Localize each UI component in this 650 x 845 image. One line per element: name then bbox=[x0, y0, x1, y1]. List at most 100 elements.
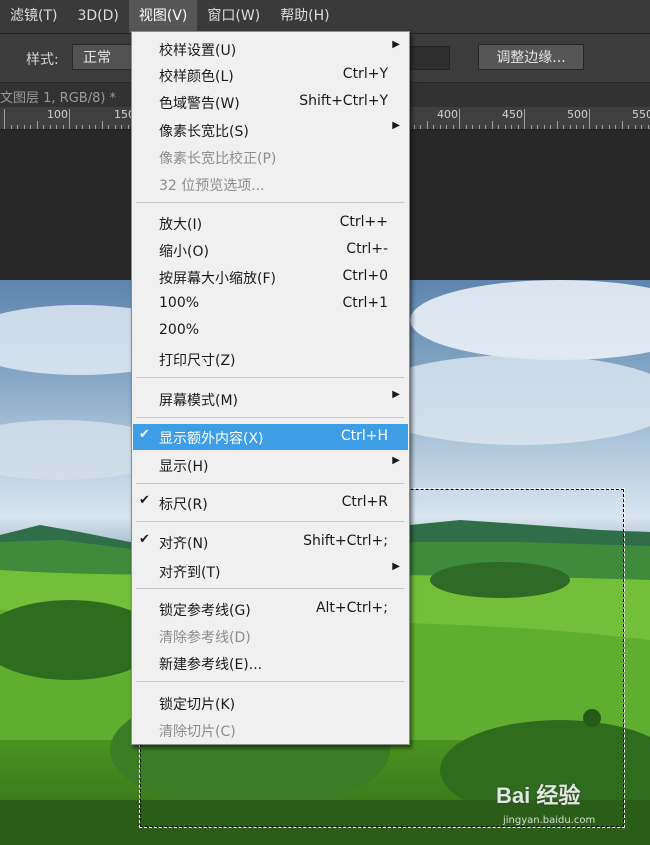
menu-item-lock-guides[interactable]: 锁定参考线(G) Alt+Ctrl+; bbox=[133, 596, 408, 622]
menu-item-label: 按屏幕大小缩放(F) bbox=[159, 271, 276, 287]
ruler-tick bbox=[446, 125, 447, 129]
menu-item-label: 屏幕模式(M) bbox=[159, 393, 239, 409]
menu-item-label: 锁定参考线(G) bbox=[159, 603, 251, 619]
menu-item-show[interactable]: 显示(H) ▶ bbox=[133, 452, 408, 478]
menu-help[interactable]: 帮助(H) bbox=[270, 0, 339, 33]
style-label: 样式: bbox=[26, 52, 59, 68]
menu-item-print-size[interactable]: 打印尺寸(Z) bbox=[133, 346, 408, 372]
menu-item-label: 显示(H) bbox=[159, 459, 209, 475]
ruler-tick bbox=[121, 125, 122, 129]
ruler-tick bbox=[517, 125, 519, 129]
menu-3d[interactable]: 3D(D) bbox=[67, 0, 128, 33]
watermark-url: jingyan.baidu.com bbox=[503, 815, 596, 826]
ruler-tick bbox=[595, 125, 597, 129]
ruler-tick bbox=[485, 125, 486, 129]
submenu-arrow-icon: ▶ bbox=[392, 561, 400, 572]
ruler-tick bbox=[647, 125, 649, 129]
ruler-tick bbox=[82, 125, 83, 129]
ruler-tick bbox=[108, 125, 109, 129]
ruler-tick bbox=[56, 125, 57, 129]
ruler-tick bbox=[426, 121, 428, 129]
ruler-tick bbox=[628, 125, 629, 129]
height-field[interactable] bbox=[408, 46, 450, 70]
ruler-tick bbox=[537, 125, 538, 129]
ruler-tick bbox=[36, 121, 38, 129]
menu-item-label: 清除切片(C) bbox=[159, 724, 236, 740]
menu-item-100-percent[interactable]: 100% Ctrl+1 bbox=[133, 291, 408, 317]
menu-item-lock-slices[interactable]: 锁定切片(K) bbox=[133, 690, 408, 716]
ruler-tick bbox=[4, 109, 5, 129]
menu-item-shortcut: Ctrl+Y bbox=[342, 66, 388, 82]
menu-view[interactable]: 视图(V) bbox=[128, 0, 198, 33]
menu-item-gamut-warning[interactable]: 色域警告(W) Shift+Ctrl+Y bbox=[133, 89, 408, 115]
watermark-logo: Bai 经验 bbox=[496, 783, 581, 808]
ruler-tick bbox=[127, 125, 129, 129]
submenu-arrow-icon: ▶ bbox=[392, 120, 400, 131]
menu-item-clear-slices: 清除切片(C) bbox=[133, 717, 408, 743]
menu-item-label: 色域警告(W) bbox=[159, 96, 240, 112]
menu-item-show-extras[interactable]: ✔ 显示额外内容(X) Ctrl+H bbox=[133, 424, 408, 450]
ruler-label: 550 bbox=[632, 108, 650, 121]
menu-item-shortcut: Alt+Ctrl+; bbox=[315, 600, 388, 616]
ruler-tick bbox=[114, 125, 116, 129]
ruler-tick bbox=[498, 125, 499, 129]
menu-filter[interactable]: 滤镜(T) bbox=[0, 0, 67, 33]
menu-item-label: 新建参考线(E)... bbox=[159, 657, 263, 673]
document-title: 文图层 1, RGB/8) * bbox=[0, 91, 117, 106]
menu-item-proof-setup[interactable]: 校样设置(U) ▶ bbox=[133, 36, 408, 62]
ruler-tick bbox=[524, 109, 525, 129]
menu-item-screen-mode[interactable]: 屏幕模式(M) ▶ bbox=[133, 386, 408, 412]
menu-item-shortcut: Ctrl+R bbox=[341, 494, 388, 510]
ruler-tick bbox=[472, 125, 473, 129]
ruler-tick bbox=[413, 125, 415, 129]
check-icon: ✔ bbox=[139, 532, 150, 547]
ruler-tick bbox=[478, 125, 480, 129]
refine-edge-button[interactable]: 调整边缘... bbox=[478, 44, 584, 70]
ruler-tick bbox=[615, 125, 616, 129]
menu-item-zoom-in[interactable]: 放大(I) Ctrl++ bbox=[133, 210, 408, 236]
ruler-tick bbox=[420, 125, 421, 129]
menu-item-clear-guides: 清除参考线(D) bbox=[133, 623, 408, 649]
menu-window[interactable]: 窗口(W) bbox=[197, 0, 270, 33]
menu-item-proof-colors[interactable]: 校样颜色(L) Ctrl+Y bbox=[133, 62, 408, 88]
menu-item-label: 32 位预览选项... bbox=[159, 178, 265, 194]
ruler-tick bbox=[459, 109, 460, 129]
menu-item-label: 像素长宽比校正(P) bbox=[159, 151, 277, 167]
menu-item-shortcut: Shift+Ctrl+Y bbox=[299, 93, 388, 109]
menu-item-label: 对齐到(T) bbox=[159, 565, 221, 581]
menu-item-label: 100% bbox=[159, 295, 200, 311]
ruler-label: 400 bbox=[437, 108, 458, 121]
ruler-tick bbox=[602, 125, 603, 129]
menu-item-shortcut: Ctrl+0 bbox=[342, 268, 388, 284]
menu-item-pixel-aspect-ratio[interactable]: 像素长宽比(S) ▶ bbox=[133, 117, 408, 143]
ruler-label: 500 bbox=[567, 108, 588, 121]
menu-separator bbox=[136, 417, 404, 418]
menu-item-snap-to[interactable]: 对齐到(T) ▶ bbox=[133, 558, 408, 584]
submenu-arrow-icon: ▶ bbox=[392, 455, 400, 466]
submenu-arrow-icon: ▶ bbox=[392, 389, 400, 400]
menu-item-new-guide[interactable]: 新建参考线(E)... bbox=[133, 650, 408, 676]
menu-item-label: 200% bbox=[159, 322, 200, 338]
ruler-tick bbox=[504, 125, 506, 129]
menu-item-snap[interactable]: ✔ 对齐(N) Shift+Ctrl+; bbox=[133, 529, 408, 555]
ruler-tick bbox=[23, 125, 25, 129]
menu-item-label: 对齐(N) bbox=[159, 536, 209, 552]
ruler-tick bbox=[88, 125, 90, 129]
menu-item-zoom-out[interactable]: 缩小(O) Ctrl+- bbox=[133, 237, 408, 263]
ruler-tick bbox=[589, 109, 590, 129]
menu-item-label: 标尺(R) bbox=[159, 497, 208, 513]
ruler-tick bbox=[10, 125, 12, 129]
menu-item-label: 缩小(O) bbox=[159, 244, 209, 260]
ruler-tick bbox=[101, 121, 103, 129]
menu-item-rulers[interactable]: ✔ 标尺(R) Ctrl+R bbox=[133, 490, 408, 516]
ruler-tick bbox=[433, 125, 434, 129]
menu-separator bbox=[136, 377, 404, 378]
menu-item-200-percent[interactable]: 200% bbox=[133, 318, 408, 344]
menu-item-fit-on-screen[interactable]: 按屏幕大小缩放(F) Ctrl+0 bbox=[133, 264, 408, 290]
ruler-tick bbox=[452, 125, 454, 129]
ruler-tick bbox=[569, 125, 571, 129]
submenu-arrow-icon: ▶ bbox=[392, 39, 400, 50]
menu-item-shortcut: Shift+Ctrl+; bbox=[303, 533, 388, 549]
menu-item-label: 锁定切片(K) bbox=[159, 697, 236, 713]
menu-item-label: 校样设置(U) bbox=[159, 43, 237, 59]
